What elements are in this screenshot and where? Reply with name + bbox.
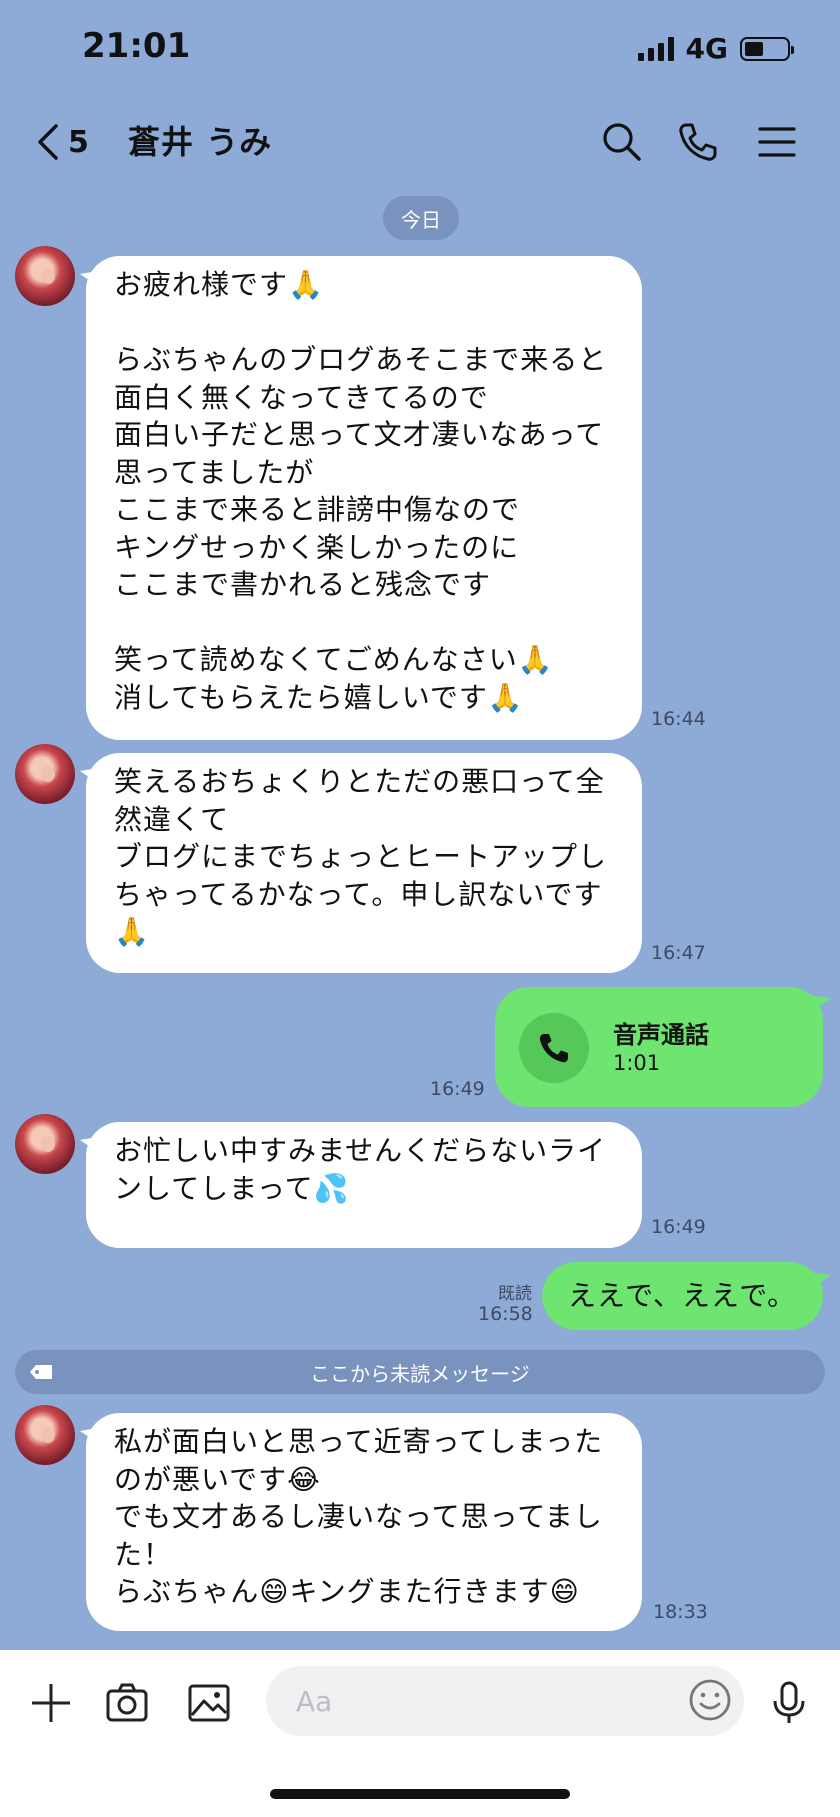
image-button[interactable] xyxy=(184,1678,234,1728)
message-time: 16:47 xyxy=(651,942,706,964)
avatar[interactable] xyxy=(15,246,75,306)
camera-button[interactable] xyxy=(102,1678,152,1728)
menu-button[interactable] xyxy=(749,114,805,170)
status-time: 21:01 xyxy=(82,26,191,66)
search-icon xyxy=(603,123,641,161)
incoming-message[interactable]: 笑えるおちょくりとただの悪口って全 然違くて ブログにまでちょっとヒートアップし… xyxy=(86,753,642,973)
call-duration: 1:01 xyxy=(613,1051,661,1075)
call-time: 16:49 xyxy=(430,1078,485,1100)
outgoing-message[interactable]: ええで、ええで。 xyxy=(542,1262,823,1330)
avatar[interactable] xyxy=(15,744,75,804)
tag-icon xyxy=(30,1365,52,1379)
call-title: 音声通話 xyxy=(613,1021,709,1049)
avatar[interactable] xyxy=(15,1405,75,1465)
incoming-message[interactable]: 私が面白いと思って近寄ってしまった のが悪いです😂 でも文才あるし凄いなって思っ… xyxy=(86,1413,642,1631)
message-time: 16:58 xyxy=(478,1303,533,1325)
avatar[interactable] xyxy=(15,1114,75,1174)
camera-icon xyxy=(106,1683,148,1722)
network-label: 4G xyxy=(685,32,728,65)
back-button[interactable]: 5 xyxy=(34,114,89,170)
input-bar xyxy=(0,1650,840,1817)
menu-icon xyxy=(758,127,796,157)
message-input[interactable] xyxy=(266,1666,744,1736)
phone-icon xyxy=(519,1013,589,1083)
chevron-left-icon xyxy=(38,124,58,160)
message-time: 16:49 xyxy=(651,1216,706,1238)
call-button[interactable] xyxy=(670,114,726,170)
unread-divider: ここから未読メッセージ xyxy=(15,1350,825,1394)
microphone-icon xyxy=(773,1681,805,1723)
plus-icon xyxy=(32,1684,70,1722)
chat-header: 5 蒼井 うみ xyxy=(0,96,840,196)
search-button[interactable] xyxy=(594,114,650,170)
incoming-message[interactable]: お疲れ様です🙏 らぶちゃんのブログあそこまで来ると 面白く無くなってきてるので … xyxy=(86,256,642,740)
image-icon xyxy=(188,1684,230,1722)
chat-title: 蒼井 うみ xyxy=(128,123,273,161)
plus-button[interactable] xyxy=(26,1678,76,1728)
microphone-button[interactable] xyxy=(764,1678,814,1728)
date-separator: 今日 xyxy=(383,196,459,240)
voice-call-bubble[interactable]: 音声通話 1:01 xyxy=(495,987,823,1107)
unread-divider-label: ここから未読メッセージ xyxy=(310,1361,530,1386)
phone-icon xyxy=(679,123,717,161)
signal-icon xyxy=(637,36,674,61)
unread-count: 5 xyxy=(68,124,89,160)
battery-icon xyxy=(740,36,794,61)
smiley-icon xyxy=(689,1679,731,1721)
message-time: 18:33 xyxy=(653,1601,708,1623)
status-bar: 21:01 4G xyxy=(0,0,840,96)
emoji-button[interactable] xyxy=(688,1678,732,1722)
incoming-message[interactable]: お忙しい中すみませんくだらないライ ンしてしまって💦 xyxy=(86,1122,642,1248)
home-indicator xyxy=(270,1789,570,1799)
status-indicators: 4G xyxy=(637,32,794,65)
read-receipt: 既読 xyxy=(498,1284,532,1304)
message-time: 16:44 xyxy=(651,708,706,730)
